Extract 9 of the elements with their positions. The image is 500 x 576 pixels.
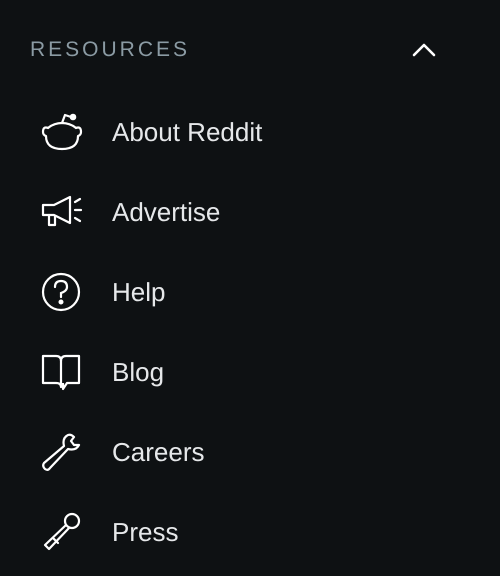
- alien-head-icon: [40, 112, 84, 152]
- chevron-up-icon[interactable]: [412, 43, 436, 57]
- menu-item[interactable]: Press: [40, 492, 440, 572]
- menu-item[interactable]: Help: [40, 252, 440, 332]
- menu-item[interactable]: About Reddit: [40, 92, 440, 172]
- menu-item[interactable]: Advertise: [40, 172, 440, 252]
- section-title: RESOURCES: [30, 38, 190, 62]
- menu-item[interactable]: Blog: [40, 332, 440, 412]
- menu-item[interactable]: Careers: [40, 412, 440, 492]
